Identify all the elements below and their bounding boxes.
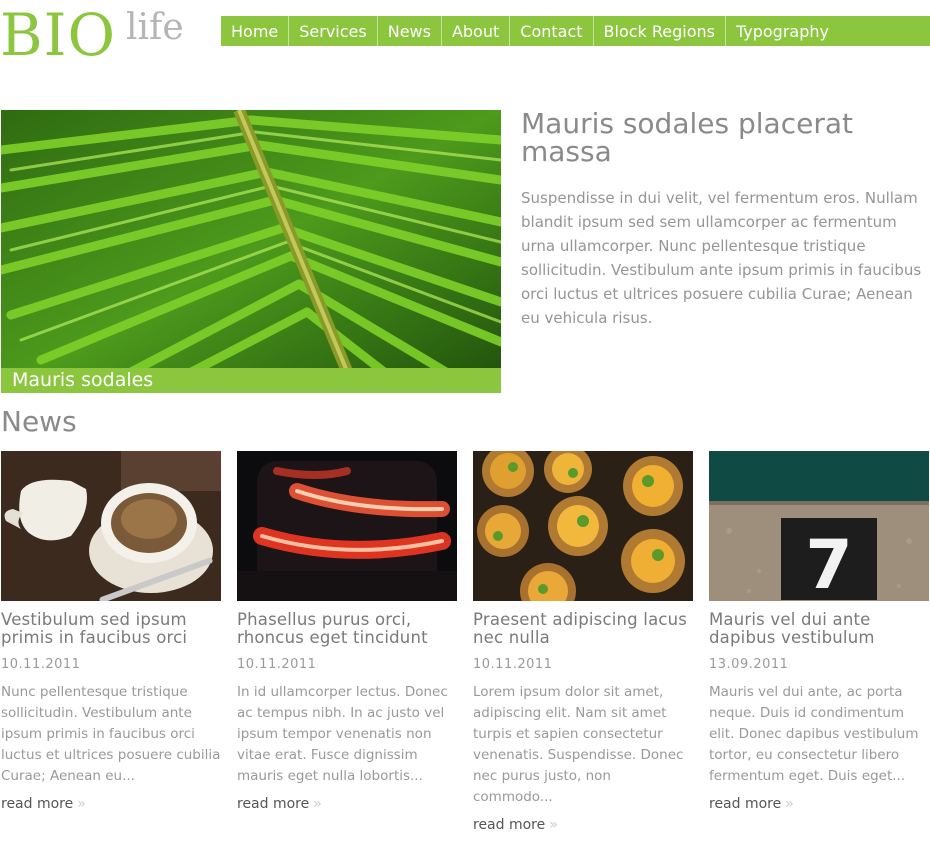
nav-news[interactable]: News (378, 16, 442, 46)
chevron-right-icon: » (313, 796, 322, 812)
read-more-label: read more (473, 817, 546, 833)
news-card-date: 10.11.2011 (473, 657, 553, 672)
main-nav: Home Services News About Contact Block R… (221, 16, 930, 46)
feature-title: Mauris sodales placerat massa (521, 107, 853, 168)
news-card-title[interactable]: Vestibulum sed ipsum primis in faucibus … (1, 611, 221, 647)
news-card-excerpt: Lorem ipsum dolor sit amet, adipiscing e… (473, 684, 684, 805)
news-card: 7 Mauris vel dui ante dapibus vestibulum… (709, 451, 929, 812)
nav-typography[interactable]: Typography (726, 16, 839, 46)
news-card-title[interactable]: Praesent adipiscing lacus nec nulla (473, 611, 693, 647)
news-card-excerpt: Mauris vel dui ante, ac porta neque. Dui… (709, 684, 919, 784)
chevron-right-icon: » (785, 796, 794, 812)
nav-about[interactable]: About (442, 16, 511, 46)
nav-block-regions[interactable]: Block Regions (594, 16, 726, 46)
news-card-title[interactable]: Phasellus purus orci, rhoncus eget tinci… (237, 611, 457, 647)
nav-contact[interactable]: Contact (510, 16, 594, 46)
palm-leaf-image (1, 110, 501, 393)
news-heading: News (1, 405, 77, 438)
tarts-image[interactable] (473, 451, 693, 601)
hero-caption: Mauris sodales (1, 368, 501, 393)
news-card: Praesent adipiscing lacus nec nulla 10.1… (473, 451, 693, 833)
read-more-link[interactable]: read more» (1, 796, 86, 812)
read-more-label: read more (237, 796, 310, 812)
logo-main-text: BIO (0, 1, 117, 69)
read-more-link[interactable]: read more» (473, 817, 558, 833)
news-card: Phasellus purus orci, rhoncus eget tinci… (237, 451, 457, 812)
nav-services[interactable]: Services (289, 16, 378, 46)
read-more-label: read more (1, 796, 74, 812)
news-card-date: 13.09.2011 (709, 657, 789, 672)
chevron-right-icon: » (77, 796, 86, 812)
news-card-excerpt: Nunc pellentesque tristique sollicitudin… (1, 684, 221, 784)
chevron-right-icon: » (549, 817, 558, 833)
coffee-image[interactable] (1, 451, 221, 601)
news-card-excerpt: In id ullamcorper lectus. Donec ac tempu… (237, 684, 448, 784)
read-more-link[interactable]: read more» (709, 796, 794, 812)
news-card-date: 10.11.2011 (1, 657, 81, 672)
news-card: Vestibulum sed ipsum primis in faucibus … (1, 451, 221, 812)
read-more-link[interactable]: read more» (237, 796, 322, 812)
news-card-title[interactable]: Mauris vel dui ante dapibus vestibulum (709, 611, 929, 647)
news-card-date: 10.11.2011 (237, 657, 317, 672)
logo-sub-text: life (126, 7, 184, 48)
site-logo[interactable]: BIO life (0, 4, 200, 66)
hero-slide[interactable]: Mauris sodales (1, 110, 501, 393)
nav-home[interactable]: Home (221, 16, 290, 46)
feature-block: Mauris sodales placerat massa Suspendiss… (521, 110, 926, 330)
red-light-image[interactable] (237, 451, 457, 601)
read-more-label: read more (709, 796, 782, 812)
number-seven-image[interactable]: 7 (709, 451, 929, 601)
feature-body: Suspendisse in dui velit, vel fermentum … (521, 189, 922, 327)
seven-numeral: 7 (805, 526, 852, 601)
